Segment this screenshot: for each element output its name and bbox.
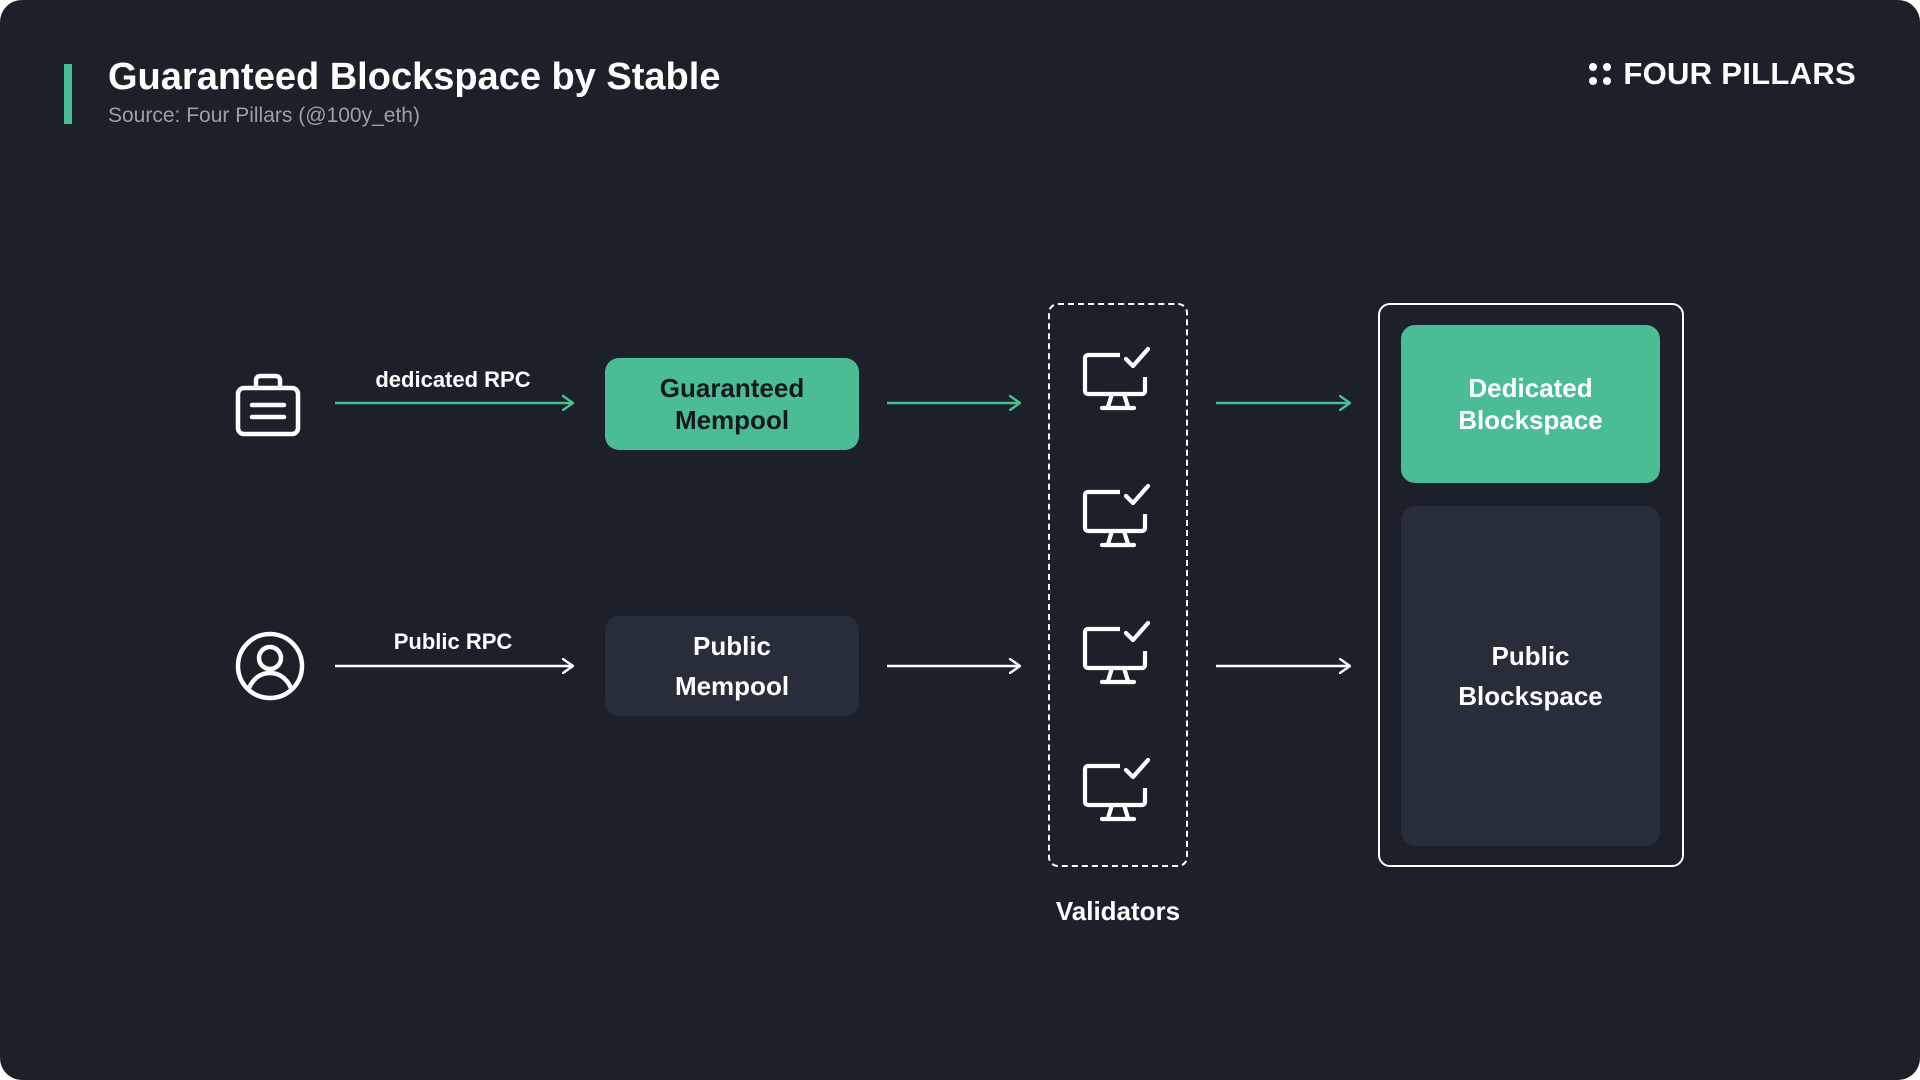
validators-label: Validators [1055, 896, 1181, 926]
public-blockspace-line1: Public [1491, 641, 1570, 671]
user-icon [234, 630, 306, 707]
public-blockspace-box: Public Blockspace [1401, 506, 1660, 846]
validator-monitor-check-icon [1082, 482, 1154, 550]
guaranteed-mempool-box: Guaranteed Mempool [605, 358, 859, 450]
guaranteed-mempool-line1: Guaranteed [659, 373, 805, 403]
public-mempool-box: Public Mempool [605, 616, 859, 716]
public-mempool-line2: Mempool [674, 671, 790, 701]
dedicated-blockspace-line2: Blockspace [1458, 405, 1603, 435]
validator-monitor-check-icon [1082, 619, 1154, 687]
validator-monitor-check-icon [1082, 756, 1154, 824]
dedicated-rpc-label: dedicated RPC [375, 367, 531, 392]
dedicated-blockspace-line1: Dedicated [1468, 373, 1593, 403]
diagram-canvas: Guaranteed Blockspace by Stable Source: … [0, 0, 1920, 1080]
briefcase-icon [234, 370, 302, 443]
public-mempool-line1: Public [692, 631, 771, 661]
validator-monitor-check-icon [1082, 345, 1154, 413]
guaranteed-mempool-line2: Mempool [674, 405, 790, 435]
public-blockspace-line2: Blockspace [1458, 681, 1603, 711]
public-rpc-label: Public RPC [393, 629, 513, 654]
dedicated-blockspace-box: Dedicated Blockspace [1401, 325, 1660, 483]
